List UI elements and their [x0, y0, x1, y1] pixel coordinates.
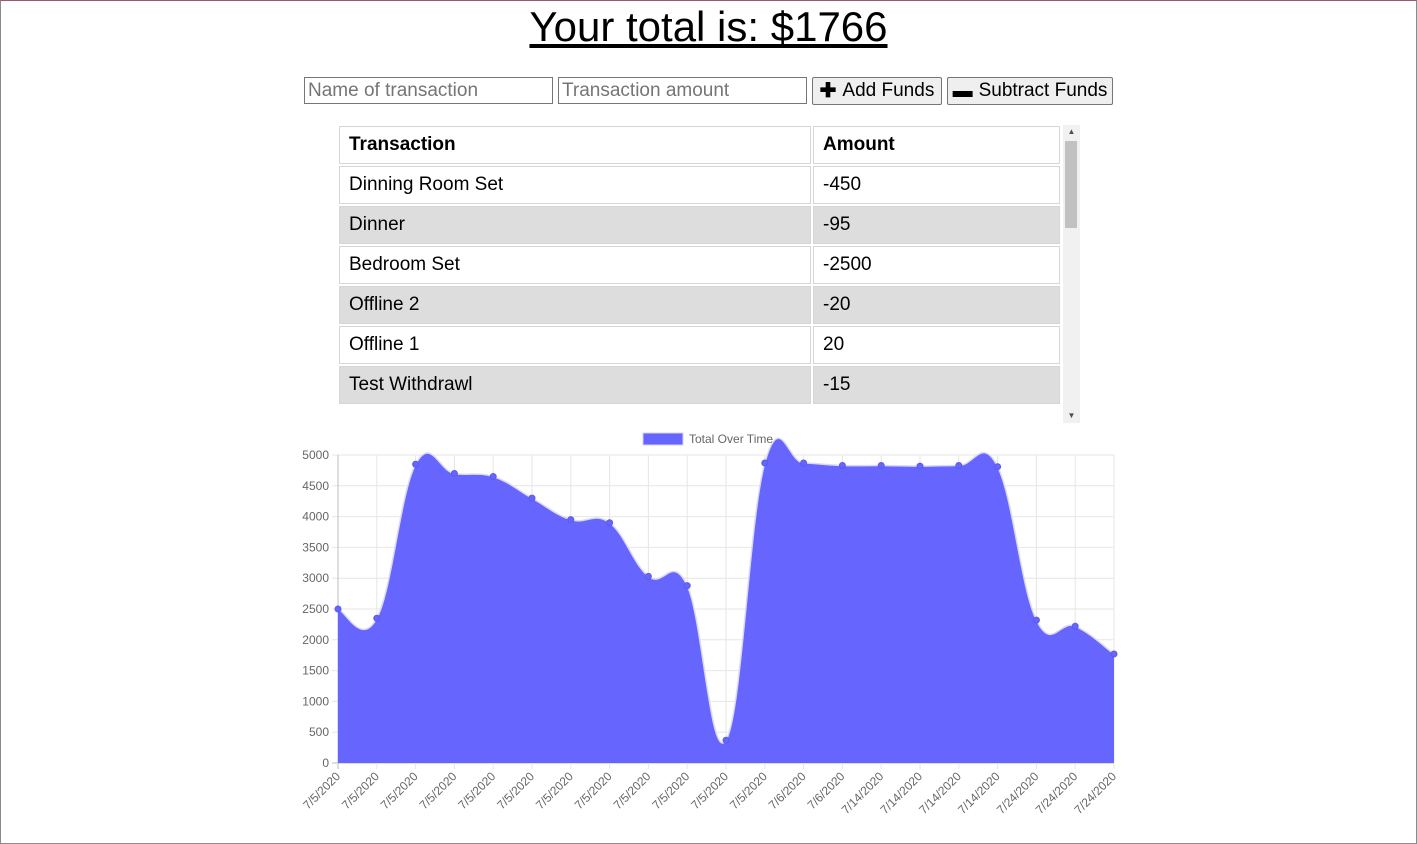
- total-over-time-chart: 0 500 1000 1500 2000 2500 3000 3500 4000 4500 5000…: [300, 432, 1119, 817]
- transaction-amount-cell: -2500: [813, 246, 1060, 284]
- table-row: Test Withdrawl -15: [339, 366, 1060, 404]
- transaction-name-cell: Dinning Room Set: [339, 166, 811, 204]
- data-point: [1110, 650, 1118, 658]
- x-tick-label: 7/5/2020: [611, 769, 654, 812]
- transaction-amount-input[interactable]: [558, 77, 807, 104]
- data-point: [450, 469, 458, 477]
- data-point: [334, 605, 342, 613]
- add-funds-button[interactable]: ✚ Add Funds: [812, 77, 942, 105]
- data-point: [761, 459, 769, 467]
- x-tick-label: 7/5/2020: [455, 769, 498, 812]
- table-scrollbar[interactable]: ▲ ▼: [1063, 125, 1080, 423]
- x-tick-label: 7/5/2020: [378, 769, 421, 812]
- data-point: [1071, 622, 1079, 630]
- x-tick-label: 7/5/2020: [688, 769, 731, 812]
- transaction-amount-cell: -20: [813, 286, 1060, 324]
- x-tick-label: 7/6/2020: [766, 769, 809, 812]
- data-point: [489, 473, 497, 481]
- y-tick-label: 1000: [302, 694, 329, 708]
- transaction-name-input[interactable]: [304, 77, 553, 104]
- transaction-name-cell: Bedroom Set: [339, 246, 811, 284]
- y-tick-label: 3500: [302, 540, 329, 554]
- transaction-amount-cell: -15: [813, 366, 1060, 404]
- data-point: [722, 736, 730, 744]
- table-header-row: Transaction Amount: [339, 126, 1060, 164]
- data-point: [800, 459, 808, 467]
- x-tick-label: 7/5/2020: [339, 769, 382, 812]
- legend-swatch: [642, 432, 684, 446]
- data-point: [606, 519, 614, 527]
- transaction-name-cell: Offline 2: [339, 286, 811, 324]
- transactions-table-container[interactable]: Transaction Amount Dinning Room Set -450…: [337, 124, 1080, 423]
- x-tick-label: 7/5/2020: [649, 769, 692, 812]
- transaction-amount-cell: 20: [813, 326, 1060, 364]
- transaction-amount-cell: -450: [813, 166, 1060, 204]
- x-tick-label: 7/5/2020: [494, 769, 537, 812]
- data-point: [877, 461, 885, 469]
- transaction-name-cell: Offline 1: [339, 326, 811, 364]
- data-point: [916, 462, 924, 470]
- transaction-name-cell: Dinner: [339, 206, 811, 244]
- y-tick-label: 2000: [302, 633, 329, 647]
- x-tick-label: 7/5/2020: [300, 769, 343, 812]
- data-point: [683, 582, 691, 590]
- data-point: [838, 461, 846, 469]
- y-tick-label: 5000: [302, 448, 329, 462]
- table-row: Dinning Room Set -450: [339, 166, 1060, 204]
- scroll-down-arrow-icon[interactable]: ▼: [1063, 409, 1080, 423]
- plus-icon: ✚: [819, 80, 837, 102]
- y-tick-label: 1500: [302, 664, 329, 678]
- data-point: [644, 572, 652, 580]
- header-transaction: Transaction: [339, 126, 811, 164]
- x-tick-label: 7/5/2020: [572, 769, 615, 812]
- y-tick-label: 500: [309, 725, 329, 739]
- y-tick-label: 3000: [302, 571, 329, 585]
- subtract-funds-button[interactable]: ▬ Subtract Funds: [947, 77, 1113, 105]
- data-point: [567, 516, 575, 524]
- y-tick-label: 2500: [302, 602, 329, 616]
- x-tick-label: 7/5/2020: [533, 769, 576, 812]
- data-point: [955, 461, 963, 469]
- data-point: [528, 494, 536, 502]
- table-row: Offline 1 20: [339, 326, 1060, 364]
- x-tick-label: 7/5/2020: [417, 769, 460, 812]
- table-row: Offline 2 -20: [339, 286, 1060, 324]
- transaction-name-cell: Test Withdrawl: [339, 366, 811, 404]
- data-point: [373, 614, 381, 622]
- legend-label: Total Over Time: [689, 432, 773, 446]
- data-point: [412, 460, 420, 468]
- add-funds-label: Add Funds: [842, 80, 935, 101]
- y-tick-label: 0: [322, 756, 329, 770]
- data-point: [1032, 616, 1040, 624]
- subtract-funds-label: Subtract Funds: [978, 80, 1108, 101]
- y-tick-label: 4500: [302, 479, 329, 493]
- scrollbar-thumb[interactable]: [1065, 141, 1077, 228]
- scroll-up-arrow-icon[interactable]: ▲: [1063, 125, 1080, 139]
- header-amount: Amount: [813, 126, 1060, 164]
- data-point: [994, 463, 1002, 471]
- x-tick-label: 7/24/2020: [1071, 769, 1119, 817]
- table-row: Dinner -95: [339, 206, 1060, 244]
- total-heading: Your total is: $1766: [529, 3, 888, 50]
- y-tick-label: 4000: [302, 510, 329, 524]
- x-tick-label: 7/5/2020: [727, 769, 770, 812]
- transaction-amount-cell: -95: [813, 206, 1060, 244]
- table-row: Bedroom Set -2500: [339, 246, 1060, 284]
- minus-icon: ▬: [952, 80, 973, 102]
- transactions-table: Transaction Amount Dinning Room Set -450…: [337, 124, 1062, 406]
